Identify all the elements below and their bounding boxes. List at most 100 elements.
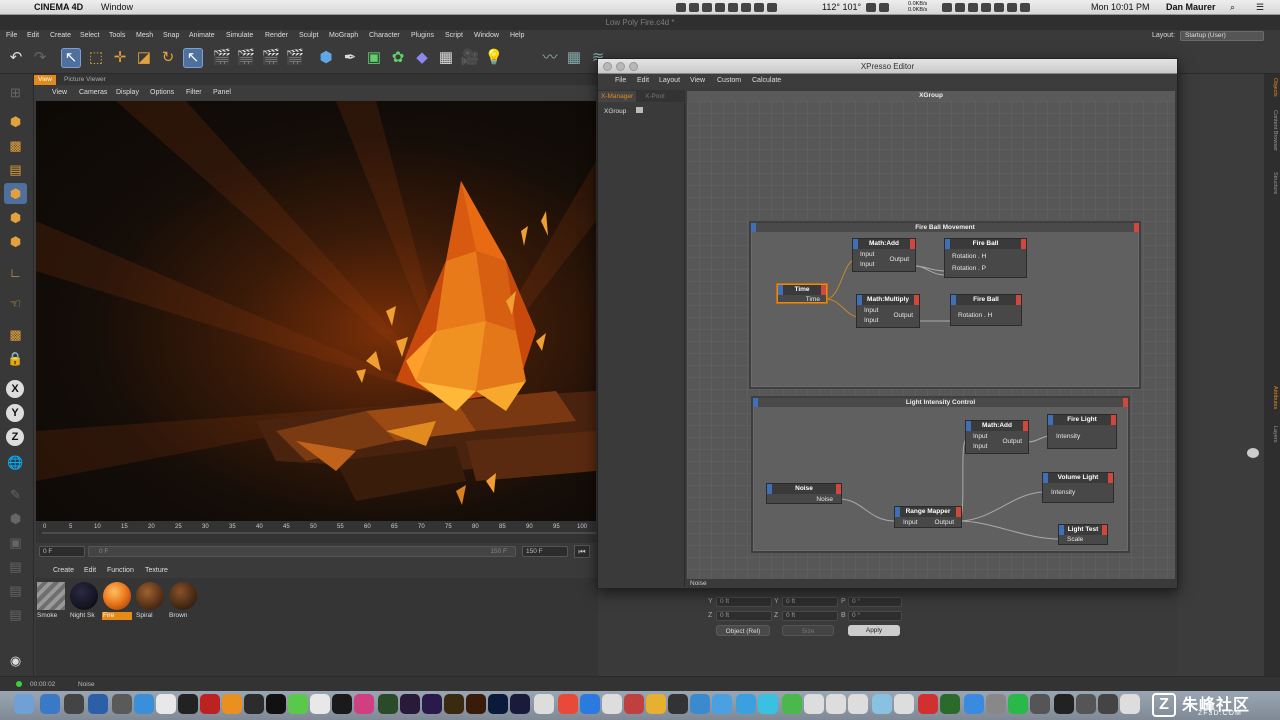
menu-select[interactable]: Select — [80, 32, 99, 39]
app-icon[interactable] — [668, 694, 688, 714]
tab-attributes[interactable]: Attributes — [1266, 386, 1278, 409]
view-settings-button[interactable]: ◉ — [4, 650, 27, 671]
group-light-intensity-control[interactable]: Light Intensity Control Noise Noise Rang… — [751, 396, 1130, 553]
window-menu[interactable]: Window — [101, 2, 133, 12]
chrome-icon[interactable] — [558, 694, 578, 714]
sculpt-button[interactable]: ▣ — [4, 532, 27, 553]
photoshop-icon[interactable] — [488, 694, 508, 714]
array-button[interactable]: ✿ — [388, 48, 408, 68]
floor-button[interactable]: ▦ — [436, 48, 456, 68]
xpresso-node-canvas[interactable]: Fire Ball Movement Time Time Math:Add In… — [687, 101, 1175, 579]
minimize-window-button[interactable] — [616, 62, 625, 71]
position-z-field[interactable]: 0 ft — [716, 611, 772, 621]
material-menu-create[interactable]: Create — [53, 567, 74, 574]
port-intensity[interactable]: Intensity — [1051, 488, 1075, 497]
status-icons-2[interactable] — [866, 2, 892, 13]
menu-animate[interactable]: Animate — [189, 32, 215, 39]
node-math-add-2[interactable]: Math:Add Input Input Output — [965, 420, 1029, 454]
tweak-mode-button[interactable]: ☜ — [4, 293, 27, 314]
scale-button[interactable]: ◪ — [134, 48, 154, 68]
material-night-sky[interactable]: Night Sk — [69, 582, 99, 622]
mail-icon[interactable] — [40, 694, 60, 714]
rotation-b-field[interactable]: 0 ° — [848, 611, 902, 621]
app-icon[interactable] — [266, 694, 286, 714]
menu-simulate[interactable]: Simulate — [226, 32, 253, 39]
group-fire-ball-movement[interactable]: Fire Ball Movement Time Time Math:Add In… — [749, 221, 1141, 389]
app-icon[interactable] — [646, 694, 666, 714]
skype-icon[interactable] — [736, 694, 756, 714]
rotation-p-field[interactable]: 0 ° — [848, 597, 902, 607]
safari-icon[interactable] — [580, 694, 600, 714]
node-noise[interactable]: Noise Noise — [766, 483, 842, 504]
menu-help[interactable]: Help — [510, 32, 524, 39]
port-rotation-h[interactable]: Rotation . H — [952, 252, 986, 261]
app-icon[interactable] — [310, 694, 330, 714]
spline-tool-button[interactable]: 〰 — [540, 48, 560, 68]
node-time[interactable]: Time Time — [777, 284, 827, 303]
material-spiral[interactable]: Spiral — [135, 582, 165, 622]
snap-button[interactable]: ▩ — [4, 324, 27, 345]
paint-button[interactable]: ⬢ — [4, 508, 27, 529]
close-window-button[interactable] — [603, 62, 612, 71]
system-preferences-icon[interactable] — [986, 694, 1006, 714]
live-selection-button[interactable]: ↖ — [61, 48, 81, 68]
viewport-menu-filter[interactable]: Filter — [186, 89, 202, 96]
extra-tool-3-button[interactable]: ▤ — [4, 604, 27, 625]
material-menu-texture[interactable]: Texture — [145, 567, 168, 574]
viewport-menu-view[interactable]: View — [52, 89, 67, 96]
node-fire-light[interactable]: Fire Light Intensity — [1047, 414, 1117, 449]
app-icon[interactable] — [1120, 694, 1140, 714]
app-icon[interactable] — [1098, 694, 1118, 714]
viewport-menu-panel[interactable]: Panel — [213, 89, 231, 96]
node-math-multiply[interactable]: Math:Multiply Input Input Output — [856, 294, 920, 328]
rect-select-button[interactable]: ⬚ — [86, 48, 106, 68]
start-frame-field[interactable]: 0 F — [39, 546, 85, 557]
z-axis-lock-button[interactable]: Z — [6, 428, 24, 446]
subdivision-button[interactable]: ▣ — [364, 48, 384, 68]
port-input[interactable]: Input — [973, 442, 987, 451]
texture-mode-button[interactable]: ▩ — [4, 135, 27, 156]
size-z-field[interactable]: 0 ft — [782, 611, 838, 621]
model-mode-button[interactable]: ⬢ — [4, 111, 27, 132]
material-brown[interactable]: Brown — [168, 582, 198, 622]
menu-plugins[interactable]: Plugins — [411, 32, 434, 39]
coordinate-mode-dropdown[interactable]: Object (Rel) — [716, 625, 770, 636]
y-axis-lock-button[interactable]: Y — [6, 404, 24, 422]
app-icon[interactable] — [782, 694, 802, 714]
app-icon[interactable] — [872, 694, 892, 714]
app-icon[interactable] — [826, 694, 846, 714]
app-store-icon[interactable] — [964, 694, 984, 714]
app-icon[interactable] — [244, 694, 264, 714]
menu-mograph[interactable]: MoGraph — [329, 32, 358, 39]
grid-button[interactable]: ▦ — [564, 48, 584, 68]
illustrator-icon[interactable] — [466, 694, 486, 714]
light-button[interactable]: 💡 — [484, 48, 504, 68]
messages-icon[interactable] — [690, 694, 710, 714]
menu-window[interactable]: Window — [474, 32, 499, 39]
node-math-add[interactable]: Math:Add Input Input Output — [852, 238, 916, 272]
node-light-test[interactable]: Light Test Scale — [1058, 524, 1108, 545]
menu-file[interactable]: File — [6, 32, 17, 39]
clock[interactable]: Mon 10:01 PM — [1091, 2, 1150, 12]
tab-layers[interactable]: Layers — [1266, 426, 1278, 443]
attribute-nav-icon[interactable] — [1247, 448, 1259, 458]
tab-picture-viewer[interactable]: Picture Viewer — [60, 75, 110, 85]
menu-script[interactable]: Script — [445, 32, 463, 39]
node-volume-light[interactable]: Volume Light Intensity — [1042, 472, 1114, 503]
app-icon[interactable] — [624, 694, 644, 714]
app-icon[interactable] — [758, 694, 778, 714]
menu-sculpt[interactable]: Sculpt — [299, 32, 318, 39]
port-scale[interactable]: Scale — [1067, 535, 1083, 544]
node-fire-ball-2[interactable]: Fire Ball Rotation . H — [950, 294, 1022, 326]
lock-button[interactable]: 🔒 — [4, 348, 27, 369]
rotate-button[interactable]: ↻ — [158, 48, 178, 68]
tab-x-manager[interactable]: X-Manager — [598, 91, 637, 102]
extra-tool-2-button[interactable]: ▤ — [4, 580, 27, 601]
menu-tools[interactable]: Tools — [109, 32, 125, 39]
search-icon[interactable]: ⌕ — [1230, 2, 1235, 13]
port-input[interactable]: Input — [864, 306, 878, 315]
workplane-mode-button[interactable]: ▤ — [4, 159, 27, 180]
port-intensity[interactable]: Intensity — [1056, 432, 1080, 441]
tab-x-pool[interactable]: X-Pool — [642, 91, 668, 102]
material-menu-edit[interactable]: Edit — [84, 567, 96, 574]
